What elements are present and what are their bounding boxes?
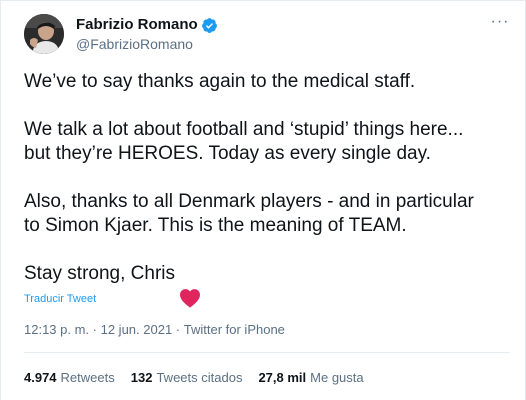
likes-stat[interactable]: 27,8 mil Me gusta [258, 370, 363, 385]
author-handle[interactable]: @FabrizioRomano [76, 36, 193, 53]
likes-label: Me gusta [310, 370, 364, 385]
stats-divider [24, 352, 510, 353]
tweet-paragraph-1: We’ve to say thanks again to the medical… [24, 71, 416, 92]
meta-separator: · [172, 322, 184, 337]
quote-tweets-label: Tweets citados [156, 370, 243, 385]
retweets-stat[interactable]: 4.974 Retweets [24, 370, 115, 385]
tweet-text: We’ve to say thanks again to the medical… [24, 70, 514, 308]
quote-tweets-stat[interactable]: 132 Tweets citados [131, 370, 243, 385]
tweet-card: Fabrizio Romano @FabrizioRomano ··· We’v… [0, 0, 526, 400]
tweet-paragraph-2: We talk a lot about football and ‘stupid… [24, 119, 464, 164]
tweet-metadata: 12:13 p. m. · 12 jun. 2021 · Twitter for… [24, 322, 285, 337]
quote-tweets-count: 132 [130, 370, 153, 385]
more-options-button[interactable]: ··· [488, 12, 512, 32]
translate-tweet-link[interactable]: Traducir Tweet [24, 293, 96, 305]
retweets-count: 4.974 [24, 370, 57, 385]
likes-count: 27,8 mil [258, 370, 307, 385]
verified-badge-icon [201, 17, 218, 34]
avatar[interactable] [24, 14, 64, 54]
meta-separator: · [89, 322, 101, 337]
avatar-image [24, 14, 64, 54]
author-name-row[interactable]: Fabrizio Romano [76, 16, 218, 34]
more-dots-icon: ··· [490, 13, 510, 30]
tweet-source-link[interactable]: Twitter for iPhone [184, 322, 285, 337]
red-heart-icon [179, 264, 201, 308]
tweet-paragraph-4: Stay strong, Chris [24, 262, 514, 308]
denmark-flag-icon [203, 265, 229, 283]
card-border-left [0, 0, 1, 400]
tweet-closing-text: Stay strong, Chris [24, 263, 175, 284]
retweets-label: Retweets [60, 370, 115, 385]
author-display-name[interactable]: Fabrizio Romano [76, 16, 198, 34]
engagement-stats: 4.974 Retweets 132 Tweets citados 27,8 m… [24, 370, 380, 385]
tweet-paragraph-3: Also, thanks to all Denmark players - an… [24, 191, 474, 236]
card-border-top [0, 0, 526, 1]
tweet-date[interactable]: 12 jun. 2021 [101, 322, 173, 337]
tweet-time[interactable]: 12:13 p. m. [24, 322, 89, 337]
